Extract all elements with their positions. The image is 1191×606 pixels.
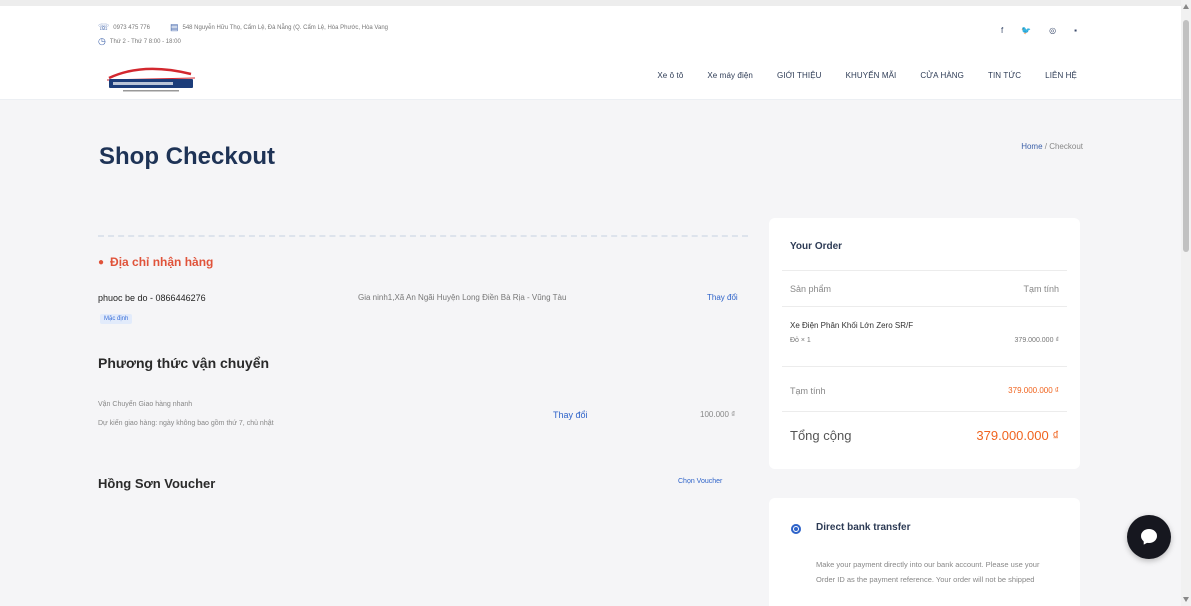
order-summary-card: Your Order Sản phẩm Tạm tính Xe Điện Phâ…	[769, 218, 1080, 469]
recipient-address: Gia ninh1,Xã An Ngãi Huyện Long Điền Bà …	[358, 293, 567, 302]
total-label: Tổng cộng	[790, 428, 852, 443]
choose-voucher-link[interactable]: Chọn Voucher	[678, 478, 722, 485]
facebook-icon[interactable]: f	[1001, 26, 1003, 35]
phone-number[interactable]: 0973 475 776	[113, 25, 150, 31]
address-heading-label: Địa chỉ nhận hàng	[110, 255, 214, 269]
order-divider	[782, 411, 1067, 412]
shipping-method: Vận Chuyển Giao hàng nhanh	[98, 401, 193, 408]
bank-transfer-radio[interactable]	[791, 524, 801, 534]
contact-row: ☏ 0973 475 776 ▤ 548 Nguyễn Hữu Thọ, Cẩm…	[98, 22, 388, 33]
voucher-heading: Hồng Sơn Voucher	[98, 476, 216, 491]
shipping-estimate: Dự kiến giao hàng: ngày không bao gồm th…	[98, 420, 274, 427]
store-address: 548 Nguyễn Hữu Thọ, Cẩm Lệ, Đà Nẵng (Q. …	[182, 24, 388, 31]
nav-item-contact[interactable]: LIÊN HỆ	[1045, 71, 1077, 80]
hours-row: ◷ Thứ 2 - Thứ 7 8:00 - 18:00	[98, 36, 181, 47]
breadcrumb-home[interactable]: Home	[1021, 142, 1042, 151]
product-column-header: Sản phẩm	[790, 284, 832, 294]
nav-item-about[interactable]: GIỚI THIỆU	[777, 71, 822, 80]
twitter-icon[interactable]: 🐦	[1021, 26, 1031, 35]
payment-card: Direct bank transfer Make your payment d…	[769, 498, 1080, 606]
shipping-heading: Phương thức vận chuyển	[98, 355, 270, 371]
brand-logo[interactable]	[103, 60, 199, 94]
clock-icon: ◷	[98, 36, 106, 46]
order-divider	[782, 270, 1067, 271]
breadcrumb: Home / Checkout	[1021, 142, 1083, 151]
page-title: Shop Checkout	[99, 143, 276, 170]
address-divider	[98, 235, 748, 237]
location-pin-icon: ●	[98, 256, 105, 268]
social-links: f 🐦 ◎ ▪	[1001, 26, 1077, 35]
map-icon: ▤	[169, 22, 179, 32]
change-address-link[interactable]: Thay đổi	[707, 293, 738, 302]
nav-item-e-bikes[interactable]: Xe máy điện	[707, 71, 753, 80]
scroll-up-arrow-icon[interactable]	[1183, 4, 1189, 9]
product-price: 379.000.000 ₫	[1014, 337, 1059, 344]
chat-button[interactable]	[1127, 515, 1171, 559]
top-info-bar: ☏ 0973 475 776 ▤ 548 Nguyễn Hữu Thọ, Cẩm…	[0, 0, 1181, 52]
nav-item-stores[interactable]: CỬA HÀNG	[920, 71, 964, 80]
instagram-icon[interactable]: ◎	[1049, 26, 1056, 35]
order-divider	[782, 366, 1067, 367]
main-navbar: Xe ô tô Xe máy điện GIỚI THIỆU KHUYẾN MÃ…	[0, 52, 1181, 100]
nav-item-promotions[interactable]: KHUYẾN MÃI	[846, 71, 897, 80]
checkout-details: ● Địa chỉ nhận hàng phuoc be do - 086644…	[86, 218, 756, 606]
recipient-name-phone: phuoc be do - 0866446276	[98, 293, 206, 303]
total-value: 379.000.000 ₫	[976, 428, 1059, 443]
payment-method-label[interactable]: Direct bank transfer	[816, 522, 910, 533]
page-scrollbar[interactable]	[1181, 0, 1191, 606]
address-heading: ● Địa chỉ nhận hàng	[98, 255, 213, 269]
linkedin-icon[interactable]: ▪	[1074, 26, 1077, 35]
scrollbar-thumb[interactable]	[1183, 20, 1189, 252]
opening-hours: Thứ 2 - Thứ 7 8:00 - 18:00	[109, 38, 181, 45]
subtotal-column-header: Tạm tính	[1023, 284, 1059, 294]
nav-item-cars[interactable]: Xe ô tô	[657, 71, 683, 80]
nav-menu: Xe ô tô Xe máy điện GIỚI THIỆU KHUYẾN MÃ…	[657, 71, 1077, 80]
breadcrumb-current: Checkout	[1049, 142, 1083, 151]
change-shipping-link[interactable]: Thay đổi	[553, 410, 588, 420]
payment-description: Make your payment directly into our bank…	[816, 560, 1040, 584]
nav-item-news[interactable]: TIN TỨC	[988, 71, 1021, 80]
subtotal-value: 379.000.000 ₫	[1008, 386, 1059, 395]
product-variant-qty: Đỏ × 1	[790, 337, 811, 344]
scroll-down-arrow-icon[interactable]	[1183, 597, 1189, 602]
order-divider	[782, 306, 1067, 307]
default-address-badge: Mặc định	[100, 314, 133, 324]
subtotal-label: Tạm tính	[790, 386, 826, 396]
phone-icon: ☏	[98, 22, 110, 32]
product-name: Xe Điện Phân Khối Lớn Zero SR/F	[790, 321, 914, 330]
shipping-price: 100.000 ₫	[700, 410, 736, 419]
order-heading: Your Order	[790, 241, 843, 252]
